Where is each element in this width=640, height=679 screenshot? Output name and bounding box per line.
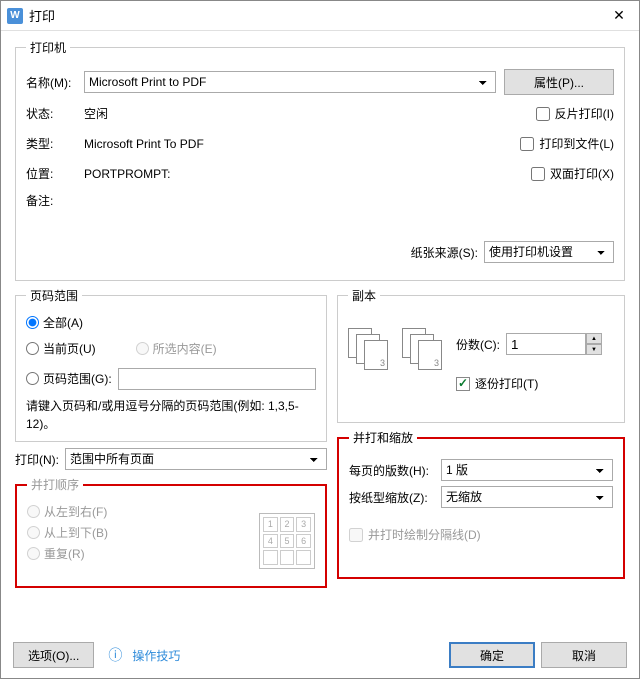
copies-legend: 副本 <box>348 287 380 304</box>
print-order-legend: 并打顺序 <box>27 476 83 493</box>
printer-name-label: 名称(M): <box>26 74 80 91</box>
spin-down-button[interactable]: ▼ <box>586 344 602 355</box>
cancel-button[interactable]: 取消 <box>541 642 627 668</box>
pages-per-sheet-label: 每页的版数(H): <box>349 462 441 479</box>
status-label: 状态: <box>26 105 80 122</box>
printer-name-select[interactable]: Microsoft Print to PDF <box>84 71 496 93</box>
order-preview-icon: 123456 <box>259 513 315 569</box>
collate-preview-icon: 123 123 <box>348 328 450 372</box>
collate-checkbox[interactable]: 逐份打印(T) <box>456 375 614 392</box>
paper-source-label: 纸张来源(S): <box>411 244 478 261</box>
tip-link[interactable]: 操作技巧 <box>132 647 180 664</box>
where-label: 位置: <box>26 165 80 182</box>
page-range-legend: 页码范围 <box>26 287 82 304</box>
tip-icon: ⓘ <box>108 645 122 665</box>
copies-count-label: 份数(C): <box>456 336 500 353</box>
page-range-group: 页码范围 全部(A) 当前页(U) 所选内容(E) 页码范围(G): 请键入页码… <box>15 287 327 442</box>
duplex-checkbox[interactable]: 双面打印(X) <box>531 165 614 182</box>
range-pages-radio[interactable]: 页码范围(G): <box>26 370 112 387</box>
printer-group: 打印机 名称(M): Microsoft Print to PDF 属性(P).… <box>15 39 625 281</box>
scale-legend: 并打和缩放 <box>349 429 417 446</box>
footer: 选项(O)... ⓘ 操作技巧 确定 取消 <box>1 636 639 678</box>
range-all-radio[interactable]: 全部(A) <box>26 314 316 331</box>
page-range-hint: 请键入页码和/或用逗号分隔的页码范围(例如: 1,3,5-12)。 <box>26 397 316 433</box>
type-label: 类型: <box>26 135 80 152</box>
options-button[interactable]: 选项(O)... <box>13 642 94 668</box>
ok-button[interactable]: 确定 <box>449 642 535 668</box>
properties-button[interactable]: 属性(P)... <box>504 69 614 95</box>
scale-to-paper-label: 按纸型缩放(Z): <box>349 489 441 506</box>
type-value: Microsoft Print To PDF <box>84 137 520 151</box>
print-to-file-checkbox[interactable]: 打印到文件(L) <box>520 135 614 152</box>
draw-lines-checkbox: 并打时绘制分隔线(D) <box>349 526 613 543</box>
app-icon: W <box>7 8 23 24</box>
printer-legend: 打印机 <box>26 39 70 56</box>
page-range-input[interactable] <box>118 368 316 390</box>
paper-source-select[interactable]: 使用打印机设置 <box>484 241 614 263</box>
print-order-group: 并打顺序 从左到右(F) 从上到下(B) 重复(R) 123456 <box>15 476 327 588</box>
window-title: 打印 <box>29 6 599 25</box>
comment-label: 备注: <box>26 192 80 209</box>
print-dialog: W 打印 ✕ 打印机 名称(M): Microsoft Print to PDF… <box>0 0 640 679</box>
scale-to-paper-select[interactable]: 无缩放 <box>441 486 613 508</box>
where-value: PORTPROMPT: <box>84 167 531 181</box>
close-button[interactable]: ✕ <box>599 1 639 31</box>
range-current-radio[interactable]: 当前页(U) <box>26 340 96 357</box>
spin-up-button[interactable]: ▲ <box>586 333 602 344</box>
copies-count-input[interactable] <box>506 333 586 355</box>
copies-group: 副本 123 123 份数(C): ▲▼ <box>337 287 625 423</box>
status-value: 空闲 <box>84 105 536 122</box>
scale-group: 并打和缩放 每页的版数(H): 1 版 按纸型缩放(Z): 无缩放 并打时绘制分… <box>337 429 625 579</box>
copies-count-spinner[interactable]: ▲▼ <box>506 333 602 355</box>
range-selection-radio: 所选内容(E) <box>136 340 217 357</box>
mirror-checkbox[interactable]: 反片打印(I) <box>536 105 614 122</box>
titlebar: W 打印 ✕ <box>1 1 639 31</box>
print-what-select[interactable]: 范围中所有页面 <box>65 448 327 470</box>
pages-per-sheet-select[interactable]: 1 版 <box>441 459 613 481</box>
print-what-label: 打印(N): <box>15 451 59 468</box>
